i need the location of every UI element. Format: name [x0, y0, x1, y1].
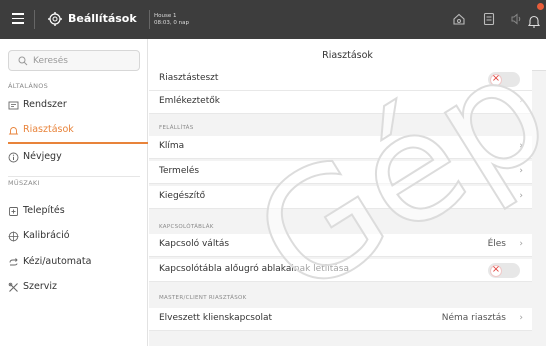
chevron-right-icon: ›	[519, 191, 523, 201]
search-input[interactable]	[33, 53, 133, 68]
topbar-divider	[149, 10, 150, 29]
settings-row-termeles[interactable]: Termelés ›	[149, 161, 532, 184]
sidebar: ÁLTALÁNOS Rendszer Riasztások Névjegy MŰ…	[0, 39, 148, 346]
install-icon	[9, 207, 18, 216]
chevron-right-icon: ›	[519, 166, 523, 176]
row-label: Riasztásteszt	[159, 73, 219, 83]
settings-row-kiegeszito[interactable]: Kiegészítő ›	[149, 186, 532, 209]
sidebar-item-telepites[interactable]: Telepítés	[0, 200, 148, 224]
row-label: Kapcsolótábla alőugró ablakainak letiltá…	[159, 264, 349, 274]
active-indicator	[8, 142, 148, 144]
sidebar-item-szerviz[interactable]: Szerviz	[0, 276, 148, 300]
search-icon	[18, 56, 28, 66]
section-title: Riasztások	[322, 50, 373, 61]
settings-row-lost-client[interactable]: Elveszett klienskapcsolat Néma riasztás …	[149, 308, 532, 331]
popup-disable-toggle[interactable]	[488, 263, 520, 278]
info-icon	[8, 152, 19, 163]
row-label: Kapcsoló váltás	[159, 239, 230, 249]
toggle-knob	[490, 73, 502, 86]
settings-row-klima[interactable]: Klíma ›	[149, 136, 532, 159]
sidebar-item-label: Kézi/automata	[23, 256, 92, 267]
chevron-right-icon: ›	[519, 96, 523, 106]
sidebar-item-label: Névjegy	[23, 151, 62, 162]
home-icon[interactable]	[451, 11, 467, 27]
main-header: Riasztások	[149, 39, 546, 71]
row-label: Termelés	[159, 166, 200, 176]
sidebar-item-rendszer[interactable]: Rendszer	[0, 94, 148, 118]
sidebar-item-label: Riasztások	[23, 124, 74, 135]
gear-icon	[48, 12, 62, 26]
calibration-icon	[8, 231, 19, 242]
document-icon[interactable]	[481, 11, 497, 27]
bell-icon[interactable]	[526, 13, 542, 29]
settings-row-emlekeztetok[interactable]: Emlékeztetők ›	[149, 91, 532, 114]
divider	[8, 176, 140, 177]
sidebar-item-label: Rendszer	[23, 99, 67, 110]
settings-row-riasztasteszt[interactable]: Riasztásteszt	[149, 68, 532, 91]
row-label: Elveszett klienskapcsolat	[159, 313, 273, 323]
main-panel: Riasztások Riasztásteszt Emlékeztetők › …	[149, 39, 546, 346]
settings-row-popup-disable[interactable]: Kapcsolótábla alőugró ablakainak letiltá…	[149, 259, 532, 282]
sidebar-item-riasztasok[interactable]: Riasztások	[0, 119, 148, 144]
system-icon	[8, 101, 19, 110]
sidebar-item-kalibracio[interactable]: Kalibráció	[0, 225, 148, 249]
house-info[interactable]: House 1 08:03, 0 nap	[154, 13, 189, 27]
section-label-general: ÁLTALÁNOS	[8, 82, 49, 90]
alarm-test-toggle[interactable]	[488, 72, 520, 87]
alarm-icon	[8, 127, 19, 135]
notification-badge	[537, 3, 544, 10]
chevron-right-icon: ›	[519, 313, 523, 323]
service-icon	[8, 282, 18, 292]
house-name: House 1	[154, 13, 177, 19]
menu-icon[interactable]	[12, 13, 24, 24]
house-status: 08:03, 0 nap	[154, 20, 189, 26]
group-label-kapcsolotablak: KAPCSOLÓTÁBLÁK	[159, 224, 214, 230]
row-label: Klíma	[159, 141, 185, 151]
top-bar: Beállítások House 1 08:03, 0 nap	[0, 0, 546, 39]
sidebar-item-label: Szerviz	[23, 281, 58, 292]
sidebar-item-label: Kalibráció	[23, 230, 70, 241]
group-label-felallitas: FELÁLLÍTÁS	[159, 125, 194, 131]
toggle-knob	[490, 264, 502, 277]
row-label: Emlékeztetők	[159, 96, 220, 106]
row-label: Kiegészítő	[159, 191, 206, 201]
chevron-right-icon: ›	[519, 141, 523, 151]
row-value: Néma riasztás	[441, 313, 506, 323]
settings-row-kapcsolo-valtas[interactable]: Kapcsoló váltás Éles ›	[149, 234, 532, 257]
sound-icon[interactable]	[508, 11, 524, 27]
chevron-right-icon: ›	[519, 239, 523, 249]
page-title: Beállítások	[68, 12, 137, 25]
sidebar-item-label: Telepítés	[23, 205, 65, 216]
sidebar-item-nevjegy[interactable]: Névjegy	[0, 146, 148, 170]
sidebar-item-kezi-automata[interactable]: Kézi/automata	[0, 251, 148, 275]
search-box[interactable]	[8, 50, 140, 71]
manual-auto-icon	[9, 258, 18, 266]
group-label-master-client: MASTER/CLIENT RIASZTÁSOK	[159, 295, 247, 301]
topbar-divider	[34, 10, 35, 29]
section-label-technical: MŰSZAKI	[8, 179, 40, 187]
row-value: Éles	[487, 239, 506, 249]
